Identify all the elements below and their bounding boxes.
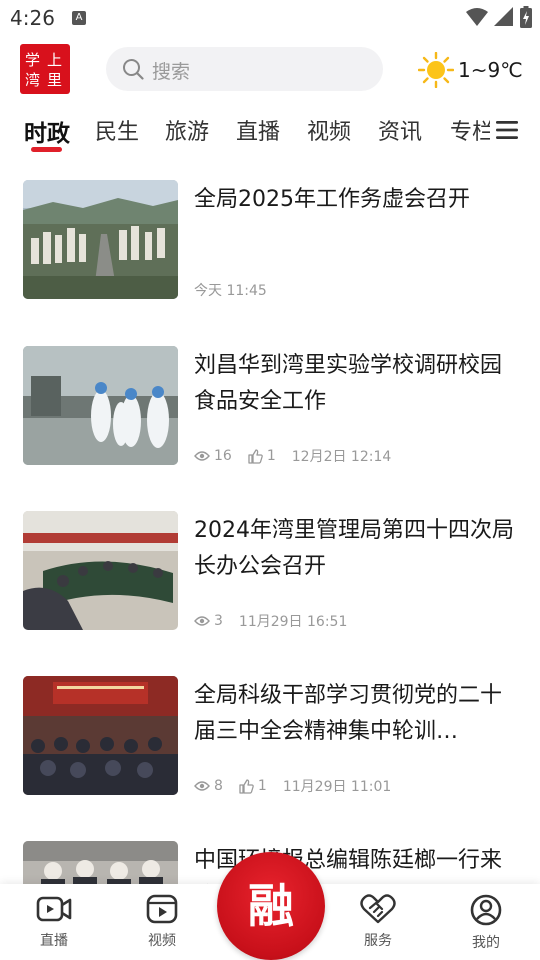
news-title: 全局2025年工作务虚会召开 [194, 187, 470, 212]
eye-icon [194, 781, 210, 791]
news-meta: 今天 11:45 [194, 280, 267, 300]
news-item[interactable]: 全局科级干部学习贯彻党的二十届三中全会精神集中轮训… 8 1 11月29日 11… [0, 676, 540, 798]
app-logo[interactable]: 学 上 湾 里 [20, 44, 70, 94]
news-thumbnail [23, 676, 178, 795]
like-count: 1 [266, 448, 276, 464]
news-thumbnail [23, 346, 178, 465]
sun-icon [418, 52, 454, 88]
news-title: 刘昌华到湾里实验学校调研校园食品安全工作 [194, 353, 503, 414]
eye-icon [194, 616, 210, 626]
thumbs-up-icon[interactable] [248, 448, 263, 464]
view-count: 3 [214, 613, 223, 629]
wifi-icon [466, 8, 488, 26]
status-bar: 4:26 A [0, 0, 540, 36]
logo-mark: 学 上 湾 里 [25, 51, 62, 89]
svg-text:湾: 湾 [25, 71, 40, 89]
tab-shipin[interactable]: 视频 [307, 114, 351, 146]
nav-live[interactable]: 直播 [24, 894, 84, 950]
status-icons [466, 6, 532, 28]
svg-text:学: 学 [25, 51, 40, 69]
eye-icon [194, 451, 210, 461]
rong-center-icon: 融 [248, 879, 294, 933]
search-placeholder: 搜索 [152, 61, 191, 83]
nav-video[interactable]: 视频 [132, 894, 192, 950]
news-thumbnail [23, 180, 178, 299]
tab-shizheng[interactable]: 时政 [24, 114, 70, 148]
tab-zixun[interactable]: 资讯 [378, 114, 422, 146]
news-time: 11月29日 16:51 [238, 614, 348, 630]
news-title: 全局科级干部学习贯彻党的二十届三中全会精神集中轮训… [194, 683, 503, 744]
nav-mine-label: 我的 [472, 935, 500, 951]
svg-text:融: 融 [248, 879, 294, 933]
thumbs-up-icon[interactable] [239, 778, 254, 794]
news-meta: 3 11月29日 16:51 [194, 611, 347, 631]
tab-zhibo[interactable]: 直播 [236, 114, 280, 146]
nav-video-label: 视频 [148, 933, 176, 949]
nav-live-label: 直播 [40, 933, 68, 949]
like-count: 1 [257, 778, 267, 794]
status-time: 4:26 [10, 6, 55, 30]
nav-service[interactable]: 服务 [348, 894, 408, 950]
tab-zhuanlan[interactable]: 专栏 [450, 114, 490, 146]
live-camera-icon [36, 896, 72, 922]
news-time: 今天 11:45 [194, 283, 267, 299]
user-profile-icon [470, 894, 502, 926]
battery-charging-icon [520, 6, 532, 28]
weather-temperature: 1~9℃ [458, 58, 523, 82]
news-time: 11月29日 11:01 [282, 779, 392, 795]
news-title: 2024年湾里管理局第四十四次局长办公会召开 [194, 518, 514, 579]
news-item[interactable]: 2024年湾里管理局第四十四次局长办公会召开 3 11月29日 16:51 [0, 511, 540, 633]
menu-icon[interactable] [496, 120, 518, 140]
nav-service-label: 服务 [364, 933, 392, 949]
news-thumbnail [23, 511, 178, 630]
view-count: 16 [214, 448, 232, 464]
handshake-heart-icon [360, 894, 396, 924]
news-item[interactable]: 全局2025年工作务虚会召开 今天 11:45 [0, 180, 540, 302]
notification-icon: A [72, 11, 86, 25]
search-icon [123, 59, 144, 80]
svg-text:上: 上 [47, 51, 62, 69]
rong-center-button[interactable]: 融 [217, 852, 325, 960]
news-meta: 16 1 12月2日 12:14 [194, 446, 391, 466]
news-item[interactable]: 刘昌华到湾里实验学校调研校园食品安全工作 16 1 12月2日 12:14 [0, 346, 540, 468]
news-meta: 8 1 11月29日 11:01 [194, 776, 391, 796]
video-play-icon [146, 894, 178, 924]
cell-signal-icon [494, 7, 513, 26]
search-input[interactable]: 搜索 [106, 47, 383, 91]
category-tabs: 时政 民生 旅游 直播 视频 资讯 专栏 [0, 108, 540, 160]
view-count: 8 [214, 778, 223, 794]
active-tab-indicator [31, 147, 62, 152]
tab-minsheng[interactable]: 民生 [95, 114, 139, 146]
news-time: 12月2日 12:14 [291, 449, 392, 465]
svg-text:里: 里 [47, 71, 62, 89]
tab-overflow: 专栏 [448, 108, 490, 152]
tab-lvyou[interactable]: 旅游 [165, 114, 209, 146]
nav-mine[interactable]: 我的 [456, 894, 516, 952]
weather-widget[interactable]: 1~9℃ [418, 50, 536, 90]
